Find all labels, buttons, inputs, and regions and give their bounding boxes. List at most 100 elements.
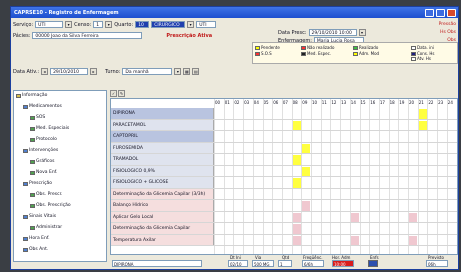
maximize-button[interactable] — [436, 8, 445, 17]
status-via-field[interactable]: 500 MG — [252, 260, 274, 267]
folder-icon — [16, 93, 21, 98]
folder-icon — [30, 115, 35, 120]
census-field[interactable]: 1 — [93, 21, 104, 28]
window-title: CAPRSE10 - Registro de Enfermagem — [14, 9, 119, 16]
tree-item-label: Sinais Vitais — [29, 214, 57, 219]
leito-code-field[interactable]: UTI — [196, 21, 217, 28]
schedule-cell[interactable] — [292, 120, 301, 130]
table-row[interactable]: Determinação da Glicemia Capilar (3/3h) — [111, 188, 457, 200]
turno-dropdown-icon[interactable]: ▾ — [174, 68, 182, 75]
tree-item[interactable]: Protocolo — [30, 137, 57, 142]
schedule-cell[interactable] — [302, 166, 311, 176]
census-dropdown-icon[interactable]: ▾ — [105, 21, 113, 28]
folder-icon — [30, 192, 35, 197]
schedule-cell[interactable] — [409, 212, 417, 222]
legend-item: Realizado — [353, 45, 378, 50]
schedule-cell[interactable] — [292, 235, 301, 245]
table-row[interactable]: FISIOLOGICO 0,9% — [111, 165, 457, 177]
prev-date-button[interactable]: ◂ — [41, 68, 49, 75]
edit-icon[interactable]: ✎ — [118, 90, 125, 97]
table-row[interactable]: Determinação da Glicemia Capilar — [111, 223, 457, 235]
schedule-cell[interactable] — [292, 212, 301, 222]
minimize-button[interactable] — [425, 8, 434, 17]
hour-header: 00 — [215, 100, 221, 105]
table-row[interactable]: DIPIRONA — [111, 108, 457, 120]
schedule-cell[interactable] — [350, 212, 359, 222]
folder-icon — [30, 126, 35, 131]
schedule-cell[interactable] — [418, 120, 427, 130]
tree-item[interactable]: Obs. Prescr. — [30, 192, 62, 197]
tree-item-label: Intervenções — [29, 148, 59, 153]
tree-item[interactable]: Medicamentos — [23, 104, 62, 109]
data-presc-field[interactable]: 29/10/2010 10:00 — [308, 29, 357, 36]
tree-item[interactable]: Prescrição — [23, 181, 52, 186]
schedule-cell[interactable] — [292, 178, 301, 188]
row-name: Aplicar Gelo Local — [111, 211, 214, 222]
tree-item[interactable]: Administrar — [30, 225, 62, 230]
legend-label: Adm. Mod — [359, 51, 380, 56]
tree-item[interactable]: SOS — [30, 115, 45, 120]
data-atv-field[interactable]: 29/10/2010 — [50, 68, 89, 75]
schedule-cell[interactable] — [292, 155, 301, 165]
status-dose-field[interactable]: 02/10 — [228, 260, 248, 267]
flag-icon[interactable] — [368, 260, 378, 267]
servico-dropdown-icon[interactable]: ▾ — [65, 21, 73, 28]
tree-item[interactable]: Med. Especiais — [30, 126, 69, 131]
side-link-pressao[interactable]: Pressão — [439, 21, 456, 29]
legend-item: Pendente — [255, 45, 280, 50]
table-row[interactable]: Balanço Hídrico — [111, 200, 457, 212]
leito-dropdown-icon[interactable]: ▾ — [187, 21, 195, 28]
schedule-cell[interactable] — [292, 224, 301, 234]
tree-item-label: Administrar — [36, 225, 63, 230]
schedule-cell[interactable] — [418, 109, 427, 119]
schedule-cell[interactable] — [302, 201, 311, 211]
status-freq-field[interactable]: 6/6h — [302, 260, 324, 267]
side-link-hs-obs[interactable]: Hs Obs — [439, 29, 456, 37]
hour-header: 17 — [379, 100, 385, 105]
quarto-field[interactable]: 10 — [135, 21, 150, 28]
schedule-cell[interactable] — [302, 143, 311, 153]
folder-icon — [30, 170, 35, 175]
calendar-icon[interactable]: ▦ — [183, 68, 191, 75]
table-row[interactable]: Aplicar Gelo Local — [111, 211, 457, 223]
tree-item[interactable]: Gráficos — [30, 159, 55, 164]
tree-item[interactable]: Intervenções — [23, 148, 58, 153]
tree-item[interactable]: Obs Ant. — [23, 247, 48, 252]
leito-field[interactable]: CIRURGICO — [151, 21, 186, 28]
row-name: Determinação da Glicemia Capilar — [111, 223, 214, 234]
check-icon[interactable]: ✓ — [110, 90, 117, 97]
tree-item[interactable]: Nova Enf. — [30, 170, 57, 175]
close-button[interactable] — [447, 8, 456, 17]
servico-field[interactable]: UTI — [35, 21, 64, 28]
hour-header: 13 — [341, 100, 347, 105]
status-item-field[interactable]: DIPIRONA — [112, 260, 202, 267]
next-date-button[interactable]: ▸ — [90, 68, 98, 75]
table-row[interactable]: CAPTOPRIL — [111, 131, 457, 143]
table-row[interactable]: TRAMADOL — [111, 154, 457, 166]
tree-item[interactable]: Obs. Prescrição — [30, 203, 71, 208]
table-row[interactable]: FISIOLOGICO + GLICOSE — [111, 177, 457, 189]
data-presc-dropdown-icon[interactable]: ▾ — [358, 29, 366, 36]
legend-swatch — [353, 45, 358, 50]
print-icon[interactable]: ▤ — [192, 68, 200, 75]
row-name: Temperatura Axilar — [111, 234, 214, 245]
table-row[interactable]: Temperatura Axilar — [111, 234, 457, 246]
tree-item[interactable]: Informação — [16, 93, 47, 98]
legend-label: S.O.S — [261, 51, 272, 56]
table-row[interactable]: PARACETAMOL — [111, 119, 457, 131]
tree-item[interactable]: Hora Enf. — [23, 236, 50, 241]
tree-item-label: Med. Especiais — [36, 126, 70, 131]
row-name: DIPIRONA — [111, 108, 214, 119]
folder-icon — [23, 236, 28, 241]
status-qtd-field[interactable]: 1 — [278, 260, 292, 267]
hour-header: 02 — [234, 100, 240, 105]
status-total-field[interactable]: 06h — [426, 260, 448, 267]
tree-item[interactable]: Sinais Vitais — [23, 214, 56, 219]
legend-label: Não realizado — [307, 45, 335, 50]
turno-field[interactable]: Da manhã — [122, 68, 173, 75]
schedule-cell[interactable] — [350, 235, 359, 245]
schedule-cell[interactable] — [409, 235, 417, 245]
paciente-field[interactable]: 00000 Joao da Silva Ferreira — [32, 32, 143, 39]
status-horario-field[interactable]: 10:00 — [332, 260, 354, 267]
table-row[interactable]: FUROSEMIDA — [111, 142, 457, 154]
